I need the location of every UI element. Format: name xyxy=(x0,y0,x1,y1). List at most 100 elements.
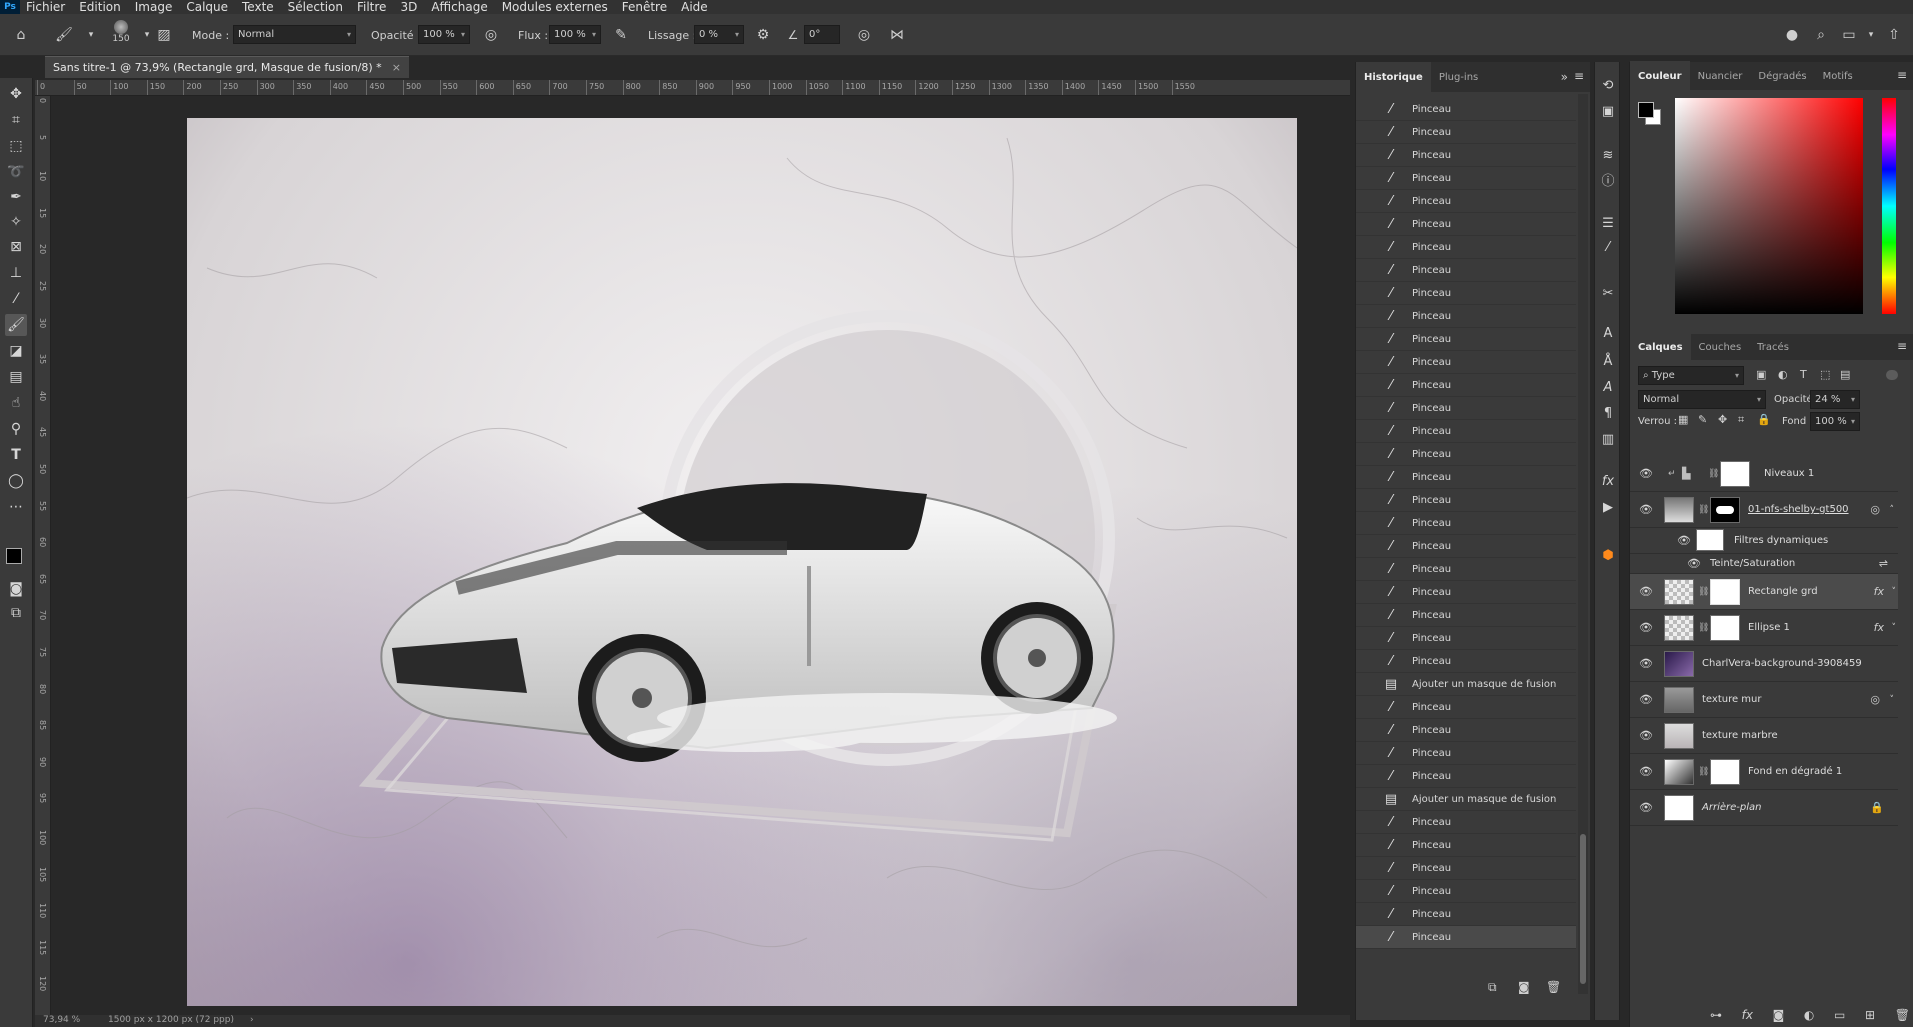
chevron-down-icon[interactable]: ▾ xyxy=(82,26,100,44)
fill-field[interactable]: 100 % ▾ xyxy=(1810,412,1860,431)
history-scroll-thumb[interactable] xyxy=(1580,834,1586,984)
brush-tool-icon[interactable]: 🖌 xyxy=(5,314,27,336)
eye-icon[interactable]: 👁 xyxy=(1638,657,1654,670)
layer-row-rectangle[interactable]: 👁 ⛓ Rectangle grd fx ˅ xyxy=(1630,574,1898,610)
document-tab[interactable]: Sans titre-1 @ 73,9% (Rectangle grd, Mas… xyxy=(45,56,409,78)
eraser-tool-icon[interactable]: ◪ xyxy=(5,340,27,362)
actions-play-icon[interactable]: ▶ xyxy=(1599,498,1617,516)
history-item[interactable]: ⁄ Pinceau xyxy=(1356,213,1576,236)
history-item[interactable]: ⁄ Pinceau xyxy=(1356,351,1576,374)
properties-icon[interactable]: ☰ xyxy=(1599,214,1617,232)
document-canvas[interactable] xyxy=(187,118,1297,1006)
history-item[interactable]: ⁄ Pinceau xyxy=(1356,834,1576,857)
screen-mode-icon[interactable]: ⧉ xyxy=(5,602,27,624)
chevron-down-icon[interactable]: ˅ xyxy=(1890,695,1895,705)
pen-tool-icon[interactable]: ✒ xyxy=(5,186,27,208)
filter-options-icon[interactable]: ⇌ xyxy=(1879,557,1888,570)
tab-motifs[interactable]: Motifs xyxy=(1815,61,1861,91)
layer-row-background-image[interactable]: 👁 CharlVera-background-3908459 xyxy=(1630,646,1898,682)
filter-pixel-icon[interactable]: ▣ xyxy=(1756,368,1766,381)
opacity-field[interactable]: 100 % ▾ xyxy=(418,25,470,44)
eye-icon[interactable]: 👁 xyxy=(1638,801,1654,814)
history-item[interactable]: ⁄ Pinceau xyxy=(1356,903,1576,926)
smoothing-field[interactable]: 0 % ▾ xyxy=(694,25,744,44)
tab-historique[interactable]: Historique xyxy=(1356,62,1431,92)
smart-filters-row[interactable]: 👁 Filtres dynamiques xyxy=(1630,528,1898,554)
collapse-icon[interactable]: » xyxy=(1561,70,1568,84)
trash-icon[interactable]: 🗑 xyxy=(1546,980,1561,994)
add-style-fx-icon[interactable]: fx xyxy=(1742,1008,1753,1024)
menu-calque[interactable]: Calque xyxy=(180,0,236,14)
lasso-tool-icon[interactable]: ➰ xyxy=(5,161,27,183)
crop-tool-icon[interactable]: ⌗ xyxy=(5,109,27,131)
chevron-up-icon[interactable]: ˄ xyxy=(1890,505,1895,515)
fx-icon[interactable]: fx xyxy=(1874,585,1884,598)
history-item[interactable]: ⁄ Pinceau xyxy=(1356,489,1576,512)
history-item[interactable]: ⁄ Pinceau xyxy=(1356,696,1576,719)
history-item[interactable]: ⁄ Pinceau xyxy=(1356,604,1576,627)
chain-icon[interactable]: ⛓ xyxy=(1698,623,1709,633)
eyedropper-tool-icon[interactable]: ⁄ xyxy=(5,288,27,310)
history-item[interactable]: ⁄ Pinceau xyxy=(1356,880,1576,903)
new-layer-icon[interactable]: ⊞ xyxy=(1865,1008,1875,1024)
fx-icon[interactable]: fx xyxy=(1874,621,1884,634)
character-icon[interactable]: A xyxy=(1599,324,1617,342)
gradient-tool-icon[interactable]: ▤ xyxy=(5,366,27,388)
history-item[interactable]: ⁄ Pinceau xyxy=(1356,397,1576,420)
frame-tool-icon[interactable]: ⊠ xyxy=(5,236,27,258)
history-item[interactable]: ▤ Ajouter un masque de fusion xyxy=(1356,788,1576,811)
history-item[interactable]: ⁄ Pinceau xyxy=(1356,627,1576,650)
smart-filter-hue-saturation[interactable]: 👁 Teinte/Saturation ⇌ xyxy=(1630,554,1898,574)
more-tools-icon[interactable]: ⋯ xyxy=(5,496,27,518)
brush-tool-icon[interactable]: 🖌 xyxy=(55,26,73,44)
lock-image-icon[interactable]: ✎ xyxy=(1698,413,1707,426)
3d-cube-icon[interactable]: ⬢ xyxy=(1599,546,1617,564)
trash-icon[interactable]: 🗑 xyxy=(1895,1008,1910,1024)
history-item[interactable]: ⁄ Pinceau xyxy=(1356,282,1576,305)
styles-fx-icon[interactable]: fx xyxy=(1599,472,1617,490)
history-item[interactable]: ⁄ Pinceau xyxy=(1356,857,1576,880)
menu-filtre[interactable]: Filtre xyxy=(351,0,394,14)
foreground-color-swatch[interactable] xyxy=(6,548,22,564)
symmetry-icon[interactable]: ⋈ xyxy=(888,26,906,44)
history-item[interactable]: ⁄ Pinceau xyxy=(1356,512,1576,535)
layer-row-arriere-plan[interactable]: 👁 Arrière-plan 🔒 xyxy=(1630,790,1898,826)
character-styles-icon[interactable]: A xyxy=(1599,378,1617,396)
horizontal-ruler[interactable]: 0 50 100 150 200 250 300 350 400 450 500 550 600 650 7… xyxy=(35,80,1350,96)
pressure-opacity-icon[interactable]: ◎ xyxy=(482,26,500,44)
panel-menu-icon[interactable]: ≡ xyxy=(1897,68,1907,82)
eye-icon[interactable]: 👁 xyxy=(1638,503,1654,516)
chevron-down-icon[interactable]: ▾ xyxy=(1862,26,1880,44)
pressure-size-icon[interactable]: ◎ xyxy=(855,26,873,44)
brush-preset-picker[interactable]: 150 xyxy=(108,18,134,52)
menu-image[interactable]: Image xyxy=(129,0,181,14)
chain-icon[interactable]: ⛓ xyxy=(1708,469,1719,479)
layer-row-car[interactable]: 👁 ⛓ 01-nfs-shelby-gt500 ◎ ˄ xyxy=(1630,492,1898,528)
history-item[interactable]: ⁄ Pinceau xyxy=(1356,420,1576,443)
tab-plug-ins[interactable]: Plug-ins xyxy=(1431,62,1486,92)
menu-3d[interactable]: 3D xyxy=(394,0,425,14)
chain-icon[interactable]: ⛓ xyxy=(1698,505,1709,515)
history-item[interactable]: ⁄ Pinceau xyxy=(1356,926,1576,949)
user-icon[interactable]: ● xyxy=(1783,26,1801,44)
color-picker-field[interactable] xyxy=(1675,98,1863,314)
smudge-tool-icon[interactable]: ☝ xyxy=(5,392,27,414)
stamp-tool-icon[interactable]: ⊥ xyxy=(5,262,27,284)
new-document-from-state-icon[interactable]: ⧉ xyxy=(1488,980,1497,995)
flow-field[interactable]: 100 % ▾ xyxy=(549,25,601,44)
mode-select[interactable]: Normal ▾ xyxy=(233,25,356,44)
history-item[interactable]: ⁄ Pinceau xyxy=(1356,466,1576,489)
history-item[interactable]: ⁄ Pinceau xyxy=(1356,719,1576,742)
glyphs-icon[interactable]: Å xyxy=(1599,352,1617,370)
ellipse-tool-icon[interactable]: ◯ xyxy=(5,470,27,492)
menu-fenetre[interactable]: Fenêtre xyxy=(616,0,675,14)
chevron-down-icon[interactable]: ˅ xyxy=(1892,623,1897,633)
paragraph-icon[interactable]: ¶ xyxy=(1599,404,1617,422)
history-panel-icon[interactable]: ⟲ xyxy=(1599,76,1617,94)
menu-modules-externes[interactable]: Modules externes xyxy=(496,0,616,14)
move-tool-icon[interactable]: ✥ xyxy=(5,83,27,105)
history-item[interactable]: ⁄ Pinceau xyxy=(1356,98,1576,121)
home-icon[interactable]: ⌂ xyxy=(12,26,30,44)
chevron-right-icon[interactable]: › xyxy=(250,1015,254,1025)
history-item[interactable]: ⁄ Pinceau xyxy=(1356,374,1576,397)
